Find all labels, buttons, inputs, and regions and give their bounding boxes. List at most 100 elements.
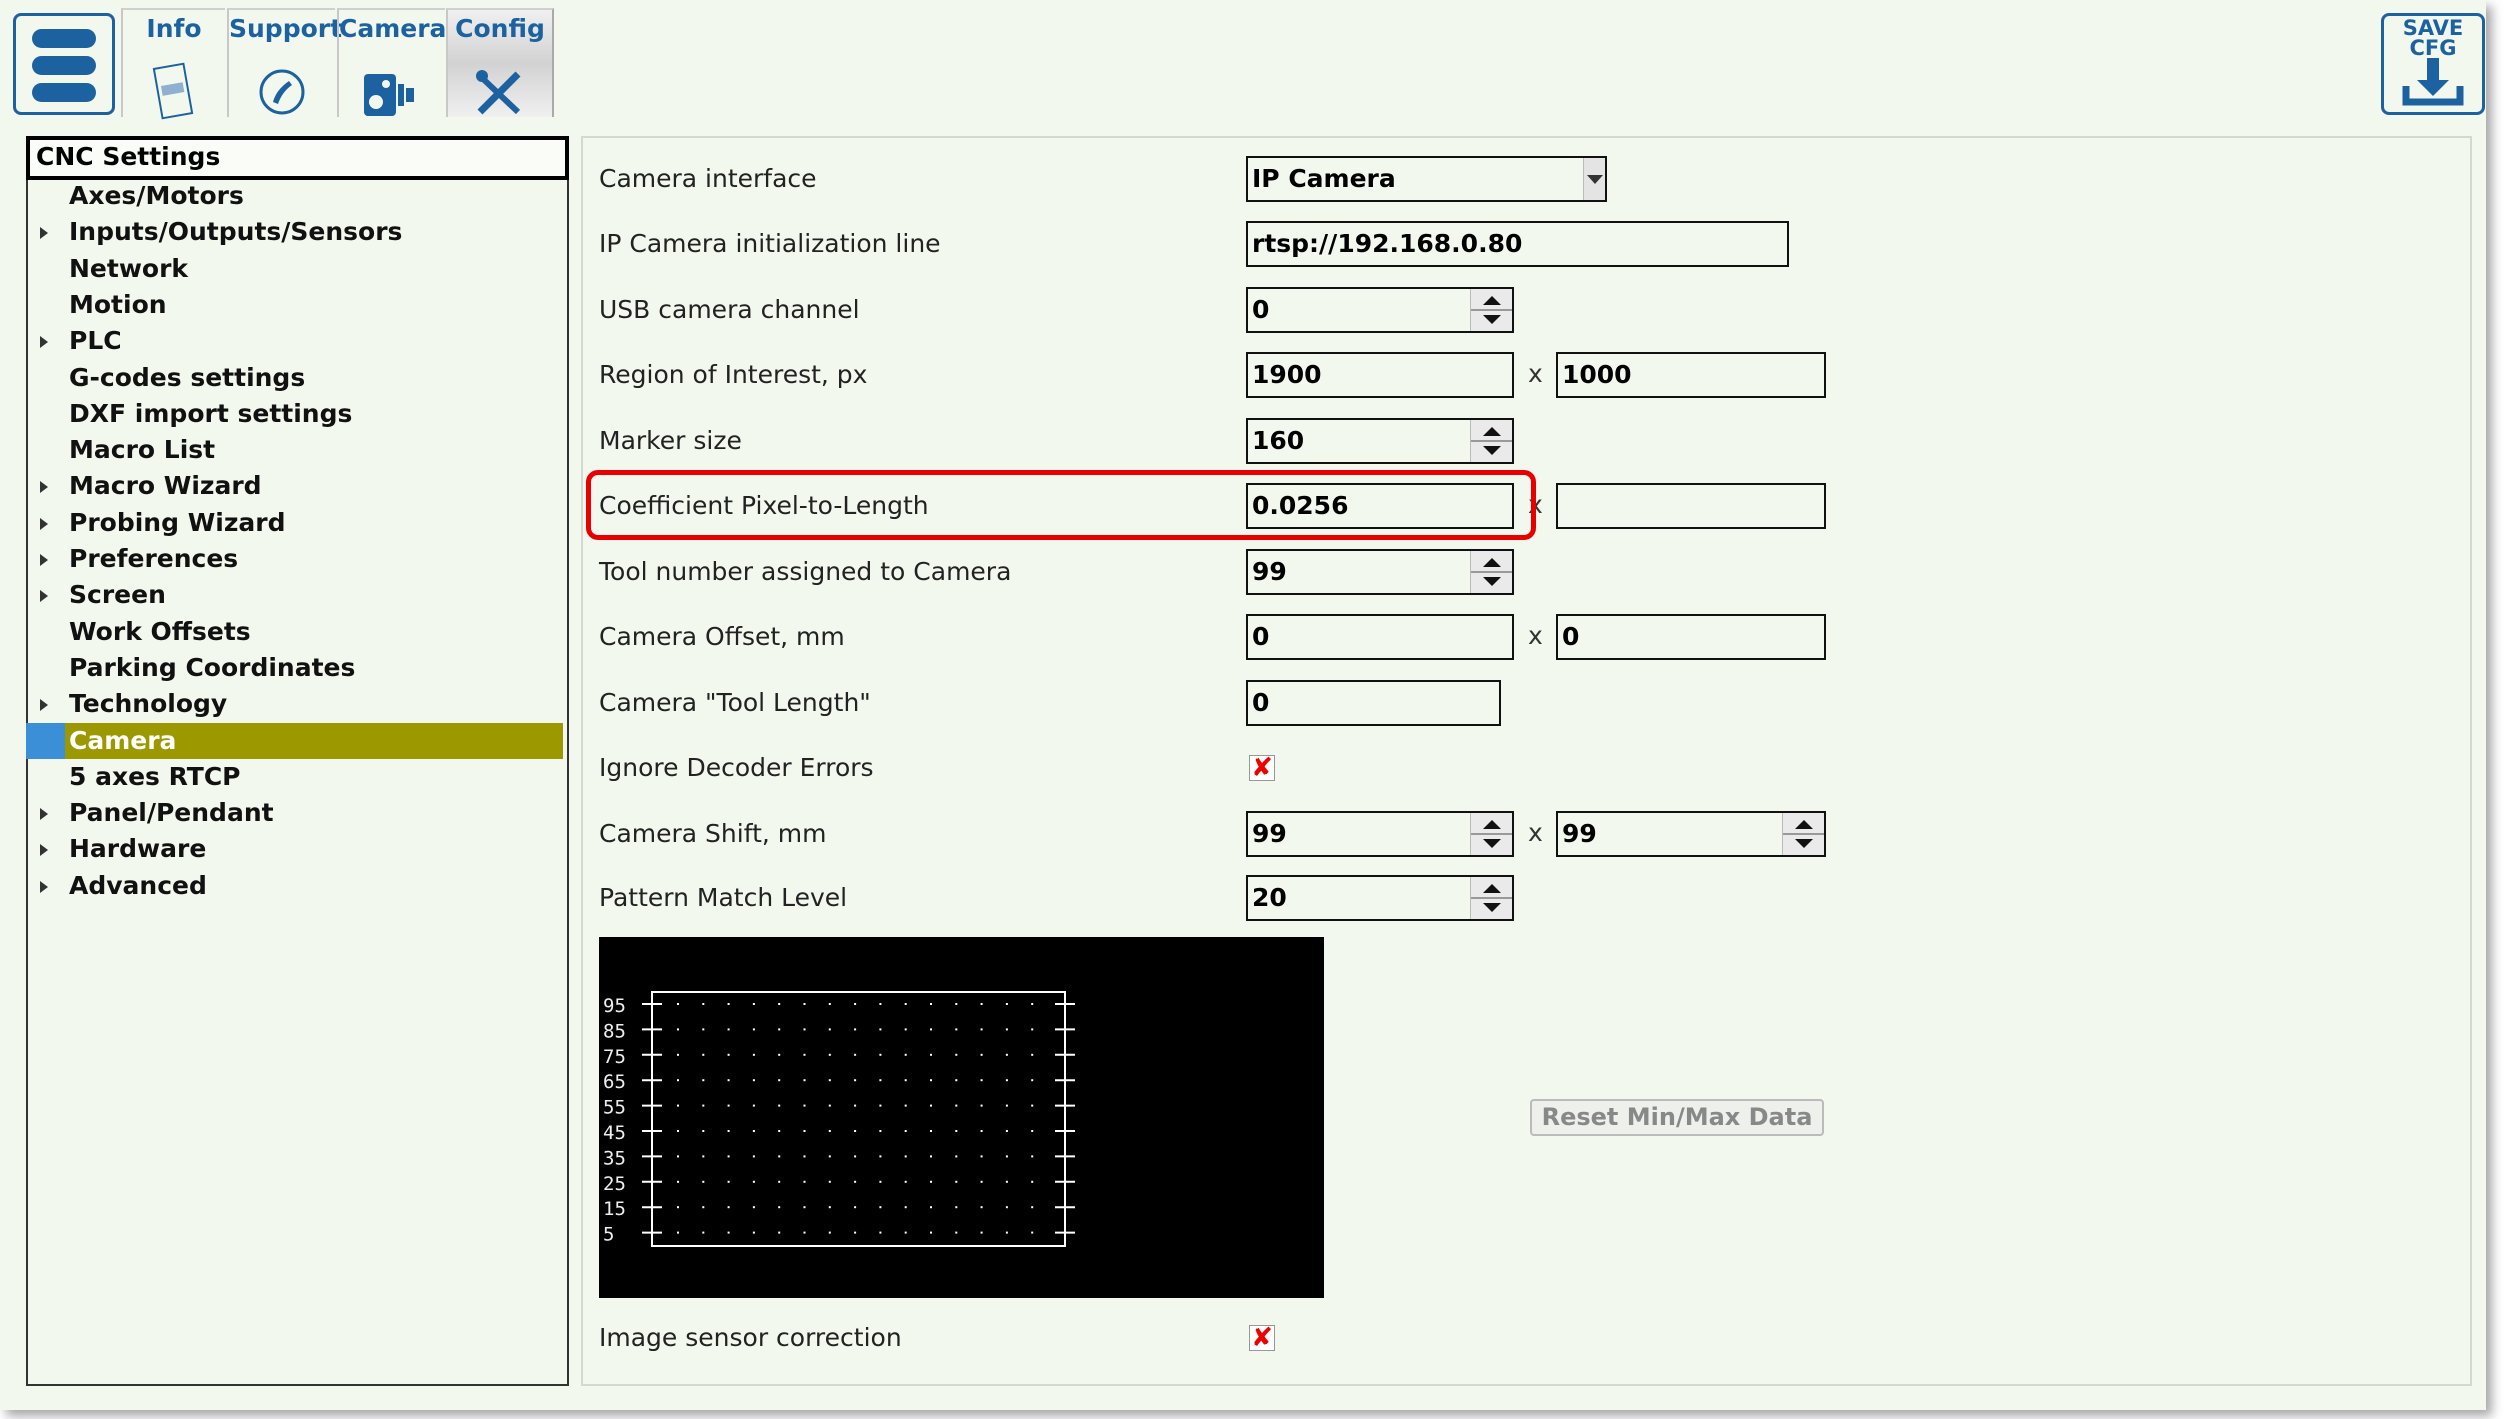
tab-support[interactable]: Support	[227, 8, 342, 117]
grid-dot	[778, 1231, 781, 1234]
grid-dot	[677, 1206, 679, 1209]
expand-arrow-icon[interactable]	[40, 590, 48, 603]
grid-dot	[955, 1053, 958, 1056]
expand-arrow-icon[interactable]	[40, 481, 48, 494]
grid-dot	[854, 1028, 857, 1031]
selection-marker	[26, 722, 65, 759]
grid-dot	[727, 1028, 730, 1031]
spin-arrows-icon[interactable]	[1470, 289, 1512, 331]
spin-arrows-icon[interactable]	[1470, 551, 1512, 593]
grid-dot	[854, 1079, 857, 1082]
grid-dot	[828, 1206, 831, 1209]
sidebar-item-preferences[interactable]: Preferences	[30, 541, 563, 577]
sidebar-item-motion[interactable]: Motion	[30, 287, 563, 323]
spin-arrows-icon[interactable]	[1782, 813, 1824, 855]
expand-arrow-icon[interactable]	[40, 517, 48, 530]
offset-separator: x	[1528, 621, 1543, 650]
grid-dot	[955, 1155, 958, 1158]
grid-dot	[778, 1130, 781, 1132]
grid-dot	[980, 1231, 983, 1234]
tool-number-stepper[interactable]: 99	[1246, 549, 1514, 595]
spin-arrows-icon[interactable]	[1470, 813, 1512, 855]
main-menu-button[interactable]	[13, 13, 115, 115]
grid-dot	[854, 1180, 857, 1183]
grid-dot	[1031, 1053, 1034, 1056]
grid-dot	[930, 1206, 932, 1209]
camera-offset-y-input[interactable]: 0	[1556, 614, 1826, 660]
pattern-level-stepper[interactable]: 20	[1246, 875, 1514, 921]
save-config-button[interactable]: SAVE CFG	[2381, 13, 2485, 115]
expand-arrow-icon[interactable]	[40, 808, 48, 821]
grid-dot	[879, 1130, 882, 1132]
roi-x-input[interactable]: 1900	[1246, 352, 1514, 398]
sidebar-item-network[interactable]: Network	[30, 251, 563, 287]
grid-dot	[778, 1104, 781, 1107]
sidebar-item-parking-coordinates[interactable]: Parking Coordinates	[30, 650, 563, 686]
sidebar-item-5-axes-rtcp[interactable]: 5 axes RTCP	[30, 759, 563, 795]
grid-dot	[879, 1206, 882, 1209]
sensor-correction-checkbox[interactable]: ✘	[1249, 1325, 1275, 1351]
grid-dot	[803, 1231, 806, 1234]
grid-dot	[803, 1028, 806, 1031]
sidebar-item-macro-wizard[interactable]: Macro Wizard	[30, 468, 563, 504]
sidebar-item-plc[interactable]: PLC	[30, 323, 563, 359]
spin-arrows-icon[interactable]	[1470, 420, 1512, 462]
grid-dot	[930, 1130, 932, 1132]
sidebar-item-technology[interactable]: Technology	[30, 686, 563, 722]
sidebar-item-work-offsets[interactable]: Work Offsets	[30, 614, 563, 650]
expand-arrow-icon[interactable]	[40, 336, 48, 349]
reset-min-max-button[interactable]: Reset Min/Max Data	[1530, 1099, 1824, 1136]
sidebar-item-label: Inputs/Outputs/Sensors	[69, 217, 403, 247]
camera-offset-x-input[interactable]: 0	[1246, 614, 1514, 660]
grid-dot	[727, 1053, 730, 1056]
tool-length-input[interactable]: 0	[1246, 680, 1501, 726]
grid-dot	[778, 1028, 781, 1031]
pattern-match-plot: 95 85 75 65 55 45 35 25 15 5	[599, 937, 1324, 1298]
sidebar-item-camera[interactable]: Camera	[26, 722, 563, 759]
expand-arrow-icon[interactable]	[40, 227, 48, 240]
plot-frame	[651, 991, 1066, 1247]
menu-icon-bar	[32, 56, 96, 75]
grid-dot	[677, 1053, 679, 1056]
tab-label: Config	[455, 14, 545, 43]
usb-channel-stepper[interactable]: 0	[1246, 287, 1514, 333]
sidebar-item-panel-pendant[interactable]: Panel/Pendant	[30, 795, 563, 831]
grid-dot	[828, 1104, 831, 1107]
sidebar-item-label: Axes/Motors	[69, 181, 244, 210]
ignore-errors-checkbox[interactable]: ✘	[1249, 755, 1275, 781]
sidebar-item-dxf-import-settings[interactable]: DXF import settings	[30, 396, 563, 432]
camera-interface-select[interactable]: IP Camera	[1246, 156, 1607, 202]
grid-dot	[980, 1079, 983, 1082]
marker-size-stepper[interactable]: 160	[1246, 418, 1514, 464]
expand-arrow-icon[interactable]	[40, 699, 48, 712]
spin-arrows-icon[interactable]	[1470, 877, 1512, 919]
camera-shift-x-stepper[interactable]: 99	[1246, 811, 1514, 857]
sidebar-item-macro-list[interactable]: Macro List	[30, 432, 563, 468]
chevron-down-icon[interactable]	[1583, 158, 1605, 200]
sidebar-item-g-codes-settings[interactable]: G-codes settings	[30, 360, 563, 396]
camera-shift-y-stepper[interactable]: 99	[1556, 811, 1826, 857]
expand-arrow-icon[interactable]	[40, 880, 48, 893]
grid-dot	[1031, 1155, 1034, 1158]
sidebar-item-inputs-outputs-sensors[interactable]: Inputs/Outputs/Sensors	[30, 214, 563, 250]
wrench-screwdriver-icon	[476, 70, 521, 115]
sidebar-item-probing-wizard[interactable]: Probing Wizard	[30, 505, 563, 541]
sidebar-item-screen[interactable]: Screen	[30, 577, 563, 613]
sidebar-item-hardware[interactable]: Hardware	[30, 831, 563, 867]
expand-arrow-icon[interactable]	[40, 554, 48, 566]
sidebar-item-advanced[interactable]: Advanced	[30, 868, 563, 904]
sidebar-item-label: Camera	[69, 725, 177, 755]
coefficient-y-input[interactable]	[1556, 483, 1826, 529]
sidebar-item-label: Work Offsets	[69, 616, 251, 646]
tab-config[interactable]: Config	[446, 8, 554, 117]
expand-arrow-icon[interactable]	[40, 844, 48, 857]
y-tick-label: 35	[603, 1147, 626, 1169]
grid-dot	[1005, 1028, 1008, 1031]
sidebar-item-axes-motors[interactable]: Axes/Motors	[30, 178, 563, 214]
ip-init-input[interactable]: rtsp://192.168.0.80	[1246, 221, 1789, 267]
grid-dot	[930, 1028, 932, 1031]
tab-camera[interactable]: Camera	[337, 8, 446, 117]
grid-dot	[904, 1079, 907, 1082]
tab-info[interactable]: Info	[121, 8, 225, 120]
roi-y-input[interactable]: 1000	[1556, 352, 1826, 398]
